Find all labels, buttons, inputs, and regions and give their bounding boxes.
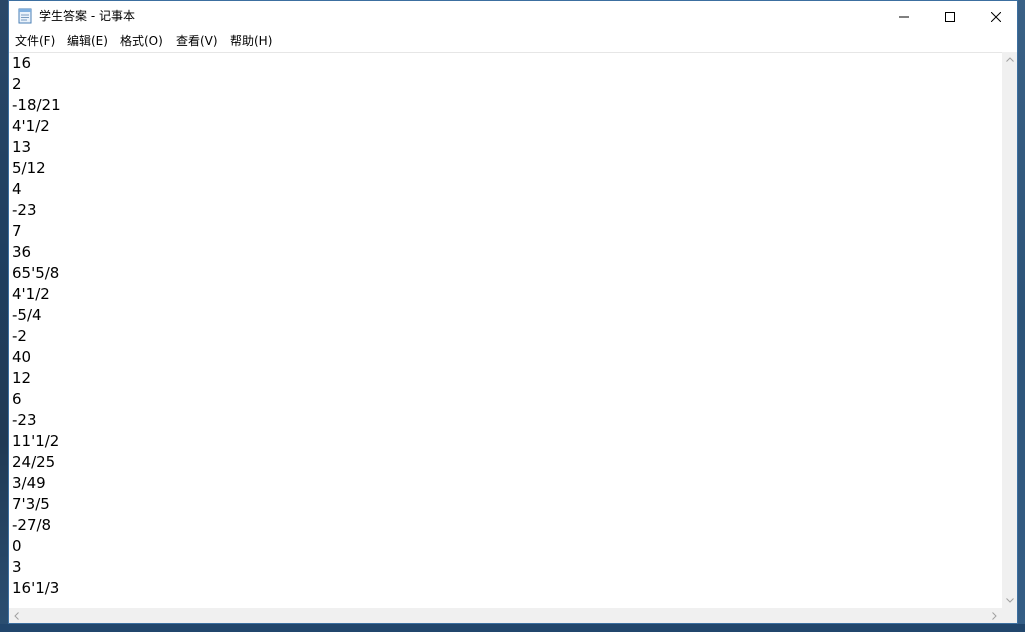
text-line: -2 (12, 327, 27, 345)
desktop-background-bottom (0, 624, 1025, 632)
vertical-scroll-track[interactable] (1004, 69, 1015, 591)
minimize-button[interactable] (881, 1, 927, 31)
text-line: 36 (12, 243, 32, 261)
text-line: 0 (12, 537, 22, 555)
scroll-left-icon[interactable] (9, 608, 24, 623)
text-line: 40 (12, 348, 32, 366)
text-editor-area[interactable]: 16 2 -18/21 4'1/2 13 5/12 4 -23 7 36 65'5/8 4'1/2 -5… (9, 52, 1002, 609)
text-line: 7 (12, 222, 22, 240)
text-line: -18/21 (12, 96, 61, 114)
desktop-background-right (1018, 0, 1025, 632)
horizontal-scrollbar[interactable] (9, 608, 1002, 623)
text-line: 3/49 (12, 474, 46, 492)
text-line: 7'3/5 (12, 495, 50, 513)
vertical-scrollbar[interactable] (1002, 52, 1017, 608)
text-line: 13 (12, 138, 32, 156)
menu-view[interactable]: 查看(V) (176, 33, 218, 49)
scroll-down-icon[interactable] (1002, 593, 1017, 608)
text-line: 16 (12, 54, 32, 72)
menu-edit[interactable]: 编辑(E) (67, 33, 108, 49)
minimize-icon (899, 7, 909, 26)
text-line: 24/25 (12, 453, 56, 471)
menu-bar: 文件(F) 编辑(E) 格式(O) 查看(V) 帮助(H) (9, 31, 1017, 51)
text-line: -23 (12, 411, 37, 429)
text-line: 5/12 (12, 159, 46, 177)
title-bar[interactable]: 学生答案 - 记事本 (9, 1, 1017, 31)
text-line: 4'1/2 (12, 117, 50, 135)
text-line: 2 (12, 75, 22, 93)
menu-format[interactable]: 格式(O) (120, 33, 163, 49)
text-line: 16'1/3 (12, 579, 60, 597)
close-button[interactable] (973, 1, 1019, 31)
menu-file[interactable]: 文件(F) (15, 33, 55, 49)
desktop-background-left (0, 0, 8, 632)
menu-help[interactable]: 帮助(H) (230, 33, 272, 49)
text-line: -27/8 (12, 516, 52, 534)
text-line: 11'1/2 (12, 432, 60, 450)
window-title: 学生答案 - 记事本 (39, 9, 135, 23)
scroll-up-icon[interactable] (1002, 52, 1017, 67)
text-line: 6 (12, 390, 22, 408)
text-line: -23 (12, 201, 37, 219)
notepad-window: 学生答案 - 记事本 文件(F) 编辑(E) 格式(O) 查看(V) 帮助(H) (8, 0, 1018, 624)
notepad-icon[interactable] (17, 8, 33, 24)
text-line: 4 (12, 180, 22, 198)
close-icon (990, 7, 1002, 26)
maximize-button[interactable] (927, 1, 973, 31)
maximize-icon (945, 7, 955, 26)
text-line: 65'5/8 (12, 264, 60, 282)
scrollbar-corner (1002, 608, 1017, 623)
text-line: 4'1/2 (12, 285, 50, 303)
text-line: 12 (12, 369, 32, 387)
text-line: -5/4 (12, 306, 42, 324)
text-line: 3 (12, 558, 22, 576)
scroll-right-icon[interactable] (987, 608, 1002, 623)
